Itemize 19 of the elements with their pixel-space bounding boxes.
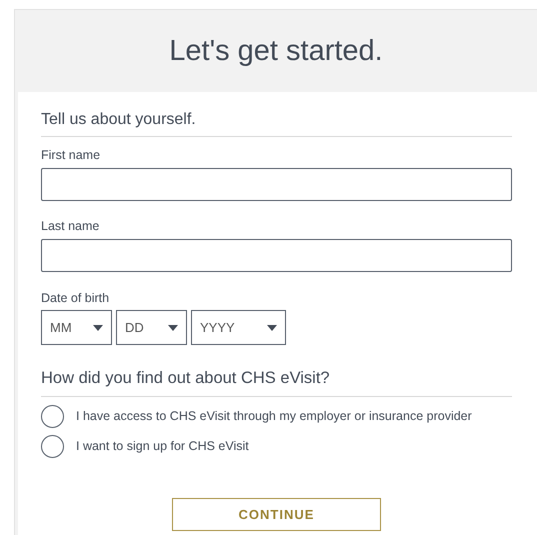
option-label: I have access to CHS eVisit through my employer or insurance provider [76, 408, 472, 426]
page-title: Let's get started. [169, 34, 383, 68]
section-heading: Tell us about yourself. [41, 110, 512, 138]
radio-button[interactable] [41, 435, 64, 458]
continue-button[interactable]: CONTINUE [172, 498, 381, 532]
field-label: First name [41, 147, 102, 164]
field-label: Last name [41, 218, 100, 235]
option-label: I want to sign up for CHS eVisit [76, 438, 249, 456]
dropdown[interactable]: YYYY [191, 310, 286, 346]
field-label: Date of birth [41, 290, 110, 307]
caret-icon [93, 324, 103, 331]
text-field[interactable] [41, 238, 512, 272]
radio-button[interactable] [41, 405, 64, 428]
caret-icon [267, 324, 277, 331]
dropdown[interactable]: MM [41, 310, 112, 346]
caret-icon [168, 324, 178, 331]
dropdown[interactable]: DD [116, 310, 187, 346]
text-field[interactable] [41, 168, 512, 201]
section-heading: How did you find out about CHS eVisit? [41, 369, 512, 398]
